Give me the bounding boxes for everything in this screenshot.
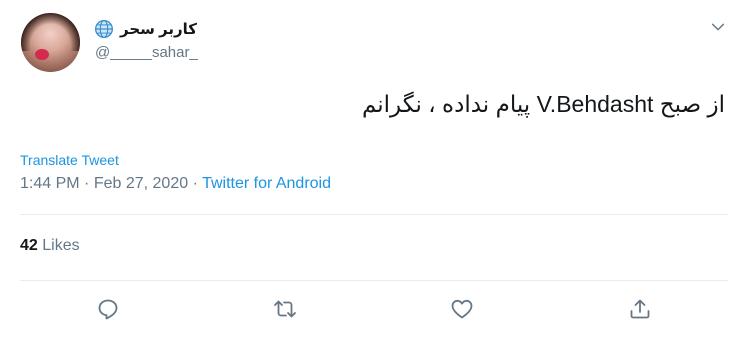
tweet-text: از صبح V.Behdasht پیام نداده ، نگرانم — [361, 91, 725, 117]
reply-icon — [98, 299, 118, 320]
likes-label: Likes — [42, 237, 80, 254]
author-handle[interactable]: @_____sahar_ — [95, 44, 198, 61]
globe-icon — [95, 20, 113, 38]
more-options-button[interactable] — [707, 16, 729, 38]
meta-separator: · — [84, 175, 90, 192]
tweet-meta: 1:44 PM · Feb 27, 2020 · Twitter for And… — [20, 175, 331, 193]
heart-icon — [451, 299, 473, 319]
likes-stat[interactable]: 42 Likes — [20, 237, 80, 255]
like-button[interactable] — [448, 295, 476, 323]
tweet-time[interactable]: 1:44 PM — [20, 175, 80, 192]
share-button[interactable] — [626, 295, 654, 323]
retweet-button[interactable] — [271, 295, 299, 323]
translate-tweet-link[interactable]: Translate Tweet — [20, 152, 119, 168]
retweet-icon — [274, 300, 296, 318]
author-name-row[interactable]: کاربر سحر — [94, 18, 197, 40]
likes-count: 42 — [20, 237, 38, 254]
meta-separator: · — [192, 175, 198, 192]
divider — [20, 214, 728, 215]
share-icon — [630, 299, 650, 319]
chevron-down-icon — [711, 23, 725, 31]
tweet-date[interactable]: Feb 27, 2020 — [94, 175, 188, 192]
avatar[interactable] — [21, 13, 80, 72]
tweet-source-link[interactable]: Twitter for Android — [202, 175, 331, 192]
reply-button[interactable] — [94, 295, 122, 323]
avatar-rose — [35, 49, 49, 60]
author-display-name[interactable]: کاربر سحر — [120, 20, 197, 38]
tweet-card: کاربر سحر @_____sahar_ از صبح V.Behdasht… — [0, 0, 748, 338]
avatar-hair — [21, 13, 80, 51]
divider — [20, 280, 728, 281]
